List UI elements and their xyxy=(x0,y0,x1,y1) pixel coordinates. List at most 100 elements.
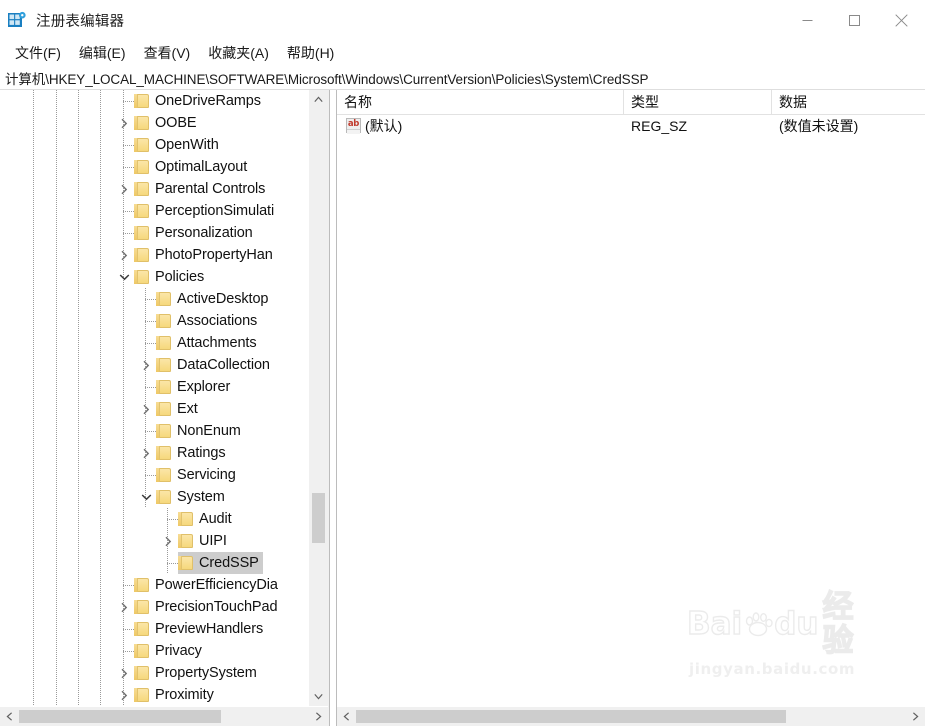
menu-file[interactable]: 文件(F) xyxy=(6,42,70,65)
tree-item-content[interactable]: PhotoPropertyHan xyxy=(134,244,277,266)
tree-item-content[interactable]: Ext xyxy=(156,398,202,420)
tree-item-content[interactable]: OOBE xyxy=(134,112,201,134)
tree-item-privacy[interactable]: Privacy xyxy=(0,640,309,662)
chevron-right-icon[interactable] xyxy=(116,244,132,266)
table-row[interactable]: ab (默认) REG_SZ (数值未设置) xyxy=(337,115,925,137)
values-horizontal-scrollbar[interactable] xyxy=(337,706,925,726)
column-header-name[interactable]: 名称 xyxy=(337,90,624,114)
scroll-left-icon[interactable] xyxy=(0,707,19,726)
tree-item-parental-controls[interactable]: Parental Controls xyxy=(0,178,309,200)
tree-item-explorer[interactable]: Explorer xyxy=(0,376,309,398)
tree-item-content[interactable]: PowerEfficiencyDia xyxy=(134,574,282,596)
scroll-up-icon[interactable] xyxy=(309,90,328,109)
tree-item-oobe[interactable]: OOBE xyxy=(0,112,309,134)
tree-item-system[interactable]: System xyxy=(0,486,309,508)
tree-item-previewhandlers[interactable]: PreviewHandlers xyxy=(0,618,309,640)
tree-hscroll-thumb[interactable] xyxy=(19,710,221,723)
tree-item-content[interactable]: Personalization xyxy=(134,222,257,244)
tree-item-audit[interactable]: Audit xyxy=(0,508,309,530)
chevron-right-icon[interactable] xyxy=(116,684,132,706)
tree-item-servicing[interactable]: Servicing xyxy=(0,464,309,486)
tree-item-content[interactable]: UIPI xyxy=(178,530,231,552)
tree-item-activedesktop[interactable]: ActiveDesktop xyxy=(0,288,309,310)
tree-item-policies[interactable]: Policies xyxy=(0,266,309,288)
scroll-right-icon[interactable] xyxy=(309,707,328,726)
tree-item-content[interactable]: DataCollection xyxy=(156,354,274,376)
tree-item-content[interactable]: Proximity xyxy=(134,684,218,706)
tree-item-uipi[interactable]: UIPI xyxy=(0,530,309,552)
chevron-right-icon[interactable] xyxy=(116,112,132,134)
tree-item-nonenum[interactable]: NonEnum xyxy=(0,420,309,442)
tree-item-optimallayout[interactable]: OptimalLayout xyxy=(0,156,309,178)
tree-item-content[interactable]: OptimalLayout xyxy=(134,156,251,178)
tree-hscroll-track[interactable] xyxy=(19,707,309,726)
tree-item-openwith[interactable]: OpenWith xyxy=(0,134,309,156)
chevron-right-icon[interactable] xyxy=(116,596,132,618)
tree-vertical-scrollbar[interactable] xyxy=(309,90,328,706)
values-hscroll-thumb[interactable] xyxy=(356,710,786,723)
tree-scroll-track[interactable] xyxy=(309,109,328,687)
chevron-right-icon[interactable] xyxy=(138,442,154,464)
scroll-down-icon[interactable] xyxy=(309,687,328,706)
menu-favorites[interactable]: 收藏夹(A) xyxy=(199,42,278,65)
tree-item-associations[interactable]: Associations xyxy=(0,310,309,332)
tree-item-proximity[interactable]: Proximity xyxy=(0,684,309,706)
maximize-button[interactable] xyxy=(831,0,878,41)
tree-item-content[interactable]: Parental Controls xyxy=(134,178,269,200)
value-list[interactable]: ab (默认) REG_SZ (数值未设置) Bai du 经验 jingyan… xyxy=(337,115,925,706)
tree-item-ratings[interactable]: Ratings xyxy=(0,442,309,464)
tree-item-content[interactable]: Policies xyxy=(134,266,208,288)
tree-item-content[interactable]: Audit xyxy=(178,508,236,530)
scroll-right-icon[interactable] xyxy=(906,707,925,726)
chevron-right-icon[interactable] xyxy=(116,662,132,684)
tree-item-credssp[interactable]: CredSSP xyxy=(0,552,309,574)
tree-item-content[interactable]: Servicing xyxy=(156,464,240,486)
tree-item-content[interactable]: OneDriveRamps xyxy=(134,90,265,112)
tree-item-content[interactable]: PrecisionTouchPad xyxy=(134,596,281,618)
chevron-right-icon[interactable] xyxy=(116,178,132,200)
column-header-type[interactable]: 类型 xyxy=(624,90,772,114)
tree-item-content[interactable]: PropertySystem xyxy=(134,662,261,684)
address-bar[interactable]: 计算机\HKEY_LOCAL_MACHINE\SOFTWARE\Microsof… xyxy=(0,66,925,90)
tree-scroll-thumb[interactable] xyxy=(312,493,325,543)
tree-item-content[interactable]: Attachments xyxy=(156,332,261,354)
pane-splitter[interactable] xyxy=(329,90,337,726)
tree-item-content[interactable]: Explorer xyxy=(156,376,234,398)
tree-item-content[interactable]: Privacy xyxy=(134,640,206,662)
chevron-right-icon[interactable] xyxy=(160,530,176,552)
menu-view[interactable]: 查看(V) xyxy=(135,42,200,65)
tree-item-propertysystem[interactable]: PropertySystem xyxy=(0,662,309,684)
tree-item-ext[interactable]: Ext xyxy=(0,398,309,420)
values-hscroll-track[interactable] xyxy=(356,707,906,726)
minimize-button[interactable] xyxy=(784,0,831,41)
menu-edit[interactable]: 编辑(E) xyxy=(70,42,135,65)
tree-item-content[interactable]: Associations xyxy=(156,310,261,332)
tree-item-content[interactable]: OpenWith xyxy=(134,134,223,156)
tree-item-content[interactable]: PerceptionSimulati xyxy=(134,200,278,222)
tree-item-attachments[interactable]: Attachments xyxy=(0,332,309,354)
chevron-down-icon[interactable] xyxy=(138,486,154,508)
tree-item-content[interactable]: Ratings xyxy=(156,442,229,464)
close-button[interactable] xyxy=(878,0,925,41)
tree-item-photopropertyhan[interactable]: PhotoPropertyHan xyxy=(0,244,309,266)
tree-item-powerefficiencydia[interactable]: PowerEfficiencyDia xyxy=(0,574,309,596)
column-header-data[interactable]: 数据 xyxy=(772,90,925,114)
tree-item-precisiontouchpad[interactable]: PrecisionTouchPad xyxy=(0,596,309,618)
chevron-right-icon[interactable] xyxy=(138,398,154,420)
tree-horizontal-scrollbar[interactable] xyxy=(0,706,328,726)
tree-item-content[interactable]: PreviewHandlers xyxy=(134,618,267,640)
tree-item-datacollection[interactable]: DataCollection xyxy=(0,354,309,376)
chevron-down-icon[interactable] xyxy=(116,266,132,288)
tree-item-content[interactable]: System xyxy=(156,486,229,508)
tree-item-onedriveramps[interactable]: OneDriveRamps xyxy=(0,90,309,112)
tree-item-label: PropertySystem xyxy=(155,665,257,681)
scroll-left-icon[interactable] xyxy=(337,707,356,726)
tree-view[interactable]: OneDriveRamps OOBE OpenWith OptimalLayout Pa… xyxy=(0,90,328,706)
tree-item-content[interactable]: ActiveDesktop xyxy=(156,288,272,310)
tree-item-perceptionsimulati[interactable]: PerceptionSimulati xyxy=(0,200,309,222)
tree-item-content[interactable]: CredSSP xyxy=(178,552,263,574)
menu-help[interactable]: 帮助(H) xyxy=(278,42,343,65)
tree-item-personalization[interactable]: Personalization xyxy=(0,222,309,244)
chevron-right-icon[interactable] xyxy=(138,354,154,376)
tree-item-content[interactable]: NonEnum xyxy=(156,420,245,442)
